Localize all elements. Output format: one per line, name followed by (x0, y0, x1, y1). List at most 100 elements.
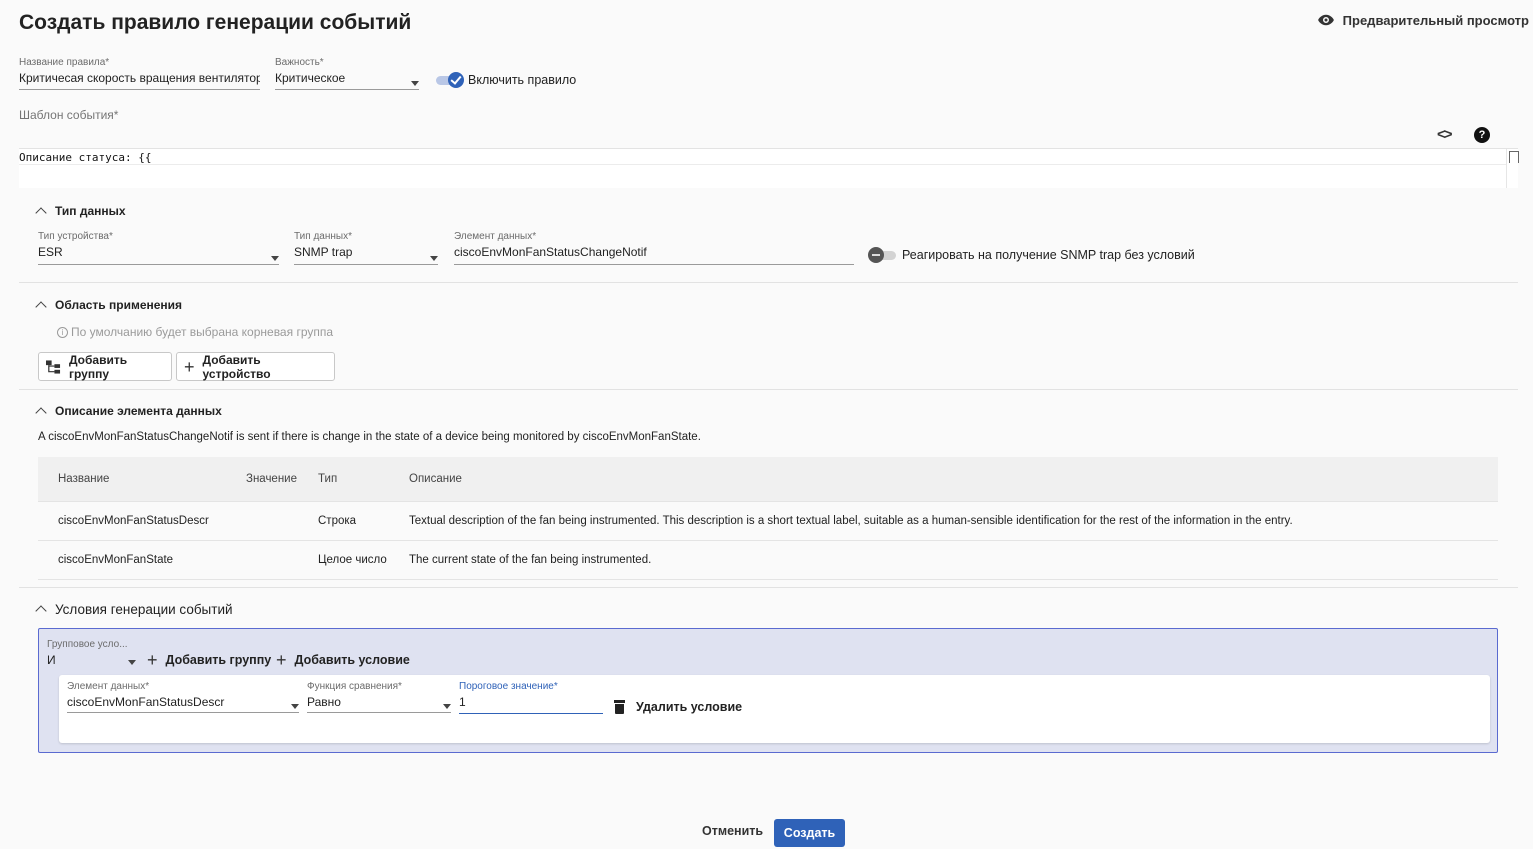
column-header: Название (58, 472, 110, 485)
chevron-up-icon (35, 300, 47, 313)
element-fields-table: Название Значение Тип Описание ciscoEnvM… (38, 457, 1498, 580)
cell-name: ciscoEnvMonFanState (38, 539, 246, 580)
trash-icon (614, 700, 625, 714)
chevron-down-icon (443, 704, 451, 709)
threshold-label: Пороговое значение* (459, 681, 558, 692)
toggle-switch[interactable] (434, 72, 464, 88)
unconditional-label: Реагировать на получение SNMP trap без у… (902, 248, 1195, 262)
element-desc-section-title: Описание элемента данных (55, 404, 222, 418)
table-row: ciscoEnvMonFanState Целое число The curr… (38, 539, 1498, 580)
chevron-down-icon (411, 81, 419, 86)
chevron-up-icon (35, 406, 47, 419)
cell-type: Строка (318, 500, 409, 540)
severity-value: Критическое (275, 71, 346, 85)
compare-function-value: Равно (307, 695, 341, 709)
condition-element-label: Элемент данных* (67, 681, 150, 692)
add-condition-label: Добавить условие (294, 653, 410, 667)
data-type-value: SNMP trap (294, 245, 353, 259)
code-icon[interactable]: <> (1437, 126, 1452, 143)
template-code[interactable]: Описание статуса: {{ (19, 151, 151, 164)
element-desc-section-header[interactable]: Описание элемента данных (35, 404, 222, 419)
device-type-label: Тип устройства* (38, 231, 113, 242)
preview-button[interactable]: Предварительный просмотр (1317, 11, 1529, 29)
add-device-label: Добавить устройство (202, 352, 271, 381)
add-group-button[interactable]: Добавить группу (38, 352, 172, 381)
enable-rule-toggle[interactable]: Включить правило (434, 72, 576, 88)
scope-section-title: Область применения (55, 298, 183, 312)
group-condition-select[interactable]: Групповое усло... И (47, 639, 136, 669)
scope-section-header[interactable]: Область применения (35, 298, 183, 313)
data-type-section-header[interactable]: Тип данных (35, 204, 126, 219)
chevron-down-icon (291, 704, 299, 709)
column-header: Значение (246, 472, 297, 485)
condition-group: Групповое усло... И + Добавить группу + … (38, 628, 1498, 753)
condition-card: Элемент данных* ciscoEnvMonFanStatusDesc… (59, 675, 1490, 743)
page-title: Создать правило генерации событий (19, 11, 412, 34)
condition-element-select[interactable]: Элемент данных* ciscoEnvMonFanStatusDesc… (67, 681, 299, 713)
cell-name: ciscoEnvMonFanStatusDescr (38, 500, 246, 540)
cell-value (246, 500, 318, 540)
eye-icon (1317, 14, 1334, 26)
toggle-switch[interactable] (868, 247, 898, 263)
data-element-label: Элемент данных* (454, 231, 537, 242)
cell-description: The current state of the fan being instr… (409, 539, 1498, 580)
check-icon (448, 72, 464, 88)
plus-icon: + (147, 650, 158, 670)
rule-name-field[interactable]: Название правила* Критичесая скорость вр… (19, 57, 260, 90)
add-device-button[interactable]: + Добавить устройство (176, 352, 335, 381)
table-header-row: Название Значение Тип Описание (38, 457, 1498, 501)
column-header: Тип (318, 472, 338, 485)
device-type-select[interactable]: Тип устройства* ESR (38, 231, 279, 265)
chevron-up-icon (35, 605, 47, 617)
data-type-section-title: Тип данных (55, 204, 126, 218)
chevron-down-icon (271, 256, 279, 261)
severity-label: Важность* (275, 57, 324, 68)
group-condition-label: Групповое усло... (47, 639, 128, 650)
group-condition-value: И (47, 653, 56, 667)
info-icon: i (57, 326, 68, 338)
cancel-button[interactable]: Отменить (702, 824, 763, 838)
device-type-value: ESR (38, 245, 63, 259)
chevron-down-icon (128, 660, 136, 665)
scope-hint-text: По умолчанию будет выбрана корневая груп… (71, 325, 334, 339)
create-button[interactable]: Создать (774, 819, 845, 847)
editor-scrollbar[interactable] (1506, 149, 1519, 188)
compare-function-label: Функция сравнения* (307, 681, 402, 692)
delete-condition-button[interactable]: Удалить условие (614, 700, 742, 714)
data-element-value[interactable]: ciscoEnvMonFanStatusChangeNotif (454, 245, 854, 260)
threshold-value[interactable]: 1 (459, 695, 603, 710)
cell-value (246, 539, 318, 580)
rule-name-value[interactable]: Критичесая скорость вращения вентилятор (19, 71, 260, 86)
plus-icon: + (184, 356, 195, 377)
add-group-label: Добавить группу (68, 352, 128, 381)
severity-select[interactable]: Важность* Критическое (275, 57, 419, 90)
unconditional-toggle[interactable]: Реагировать на получение SNMP trap без у… (868, 247, 1195, 263)
template-editor[interactable]: Описание статуса: {{ (19, 148, 1519, 188)
data-type-select[interactable]: Тип данных* SNMP trap (294, 231, 438, 265)
conditions-section-header[interactable]: Условия генерации событий (35, 602, 233, 617)
delete-condition-label: Удалить условие (636, 700, 743, 714)
data-type-label: Тип данных* (294, 231, 352, 242)
add-condition-button[interactable]: + Добавить условие (276, 650, 410, 670)
plus-icon: + (276, 650, 287, 670)
table-row: ciscoEnvMonFanStatusDescr Строка Textual… (38, 500, 1498, 540)
rule-name-label: Название правила* (19, 57, 110, 68)
scope-hint: i По умолчанию будет выбрана корневая гр… (57, 325, 333, 339)
template-label: Шаблон события* (19, 108, 119, 122)
enable-rule-label: Включить правило (468, 73, 577, 87)
column-header: Описание (409, 472, 462, 485)
cell-description: Textual description of the fan being ins… (409, 500, 1498, 540)
compare-function-select[interactable]: Функция сравнения* Равно (307, 681, 451, 713)
add-condition-group-label: Добавить группу (165, 653, 272, 667)
threshold-input[interactable]: Пороговое значение* 1 (459, 681, 603, 714)
conditions-section-title: Условия генерации событий (55, 602, 233, 617)
help-icon[interactable]: ? (1474, 127, 1490, 143)
chevron-up-icon (35, 206, 47, 219)
condition-element-value: ciscoEnvMonFanStatusDescr (67, 695, 225, 709)
chevron-down-icon (430, 256, 438, 261)
data-element-field[interactable]: Элемент данных* ciscoEnvMonFanStatusChan… (454, 231, 854, 265)
element-description: A ciscoEnvMonFanStatusChangeNotif is sen… (38, 431, 701, 443)
add-condition-group-button[interactable]: + Добавить группу (147, 650, 272, 670)
cell-type: Целое число (318, 539, 409, 580)
tree-icon (46, 359, 61, 374)
